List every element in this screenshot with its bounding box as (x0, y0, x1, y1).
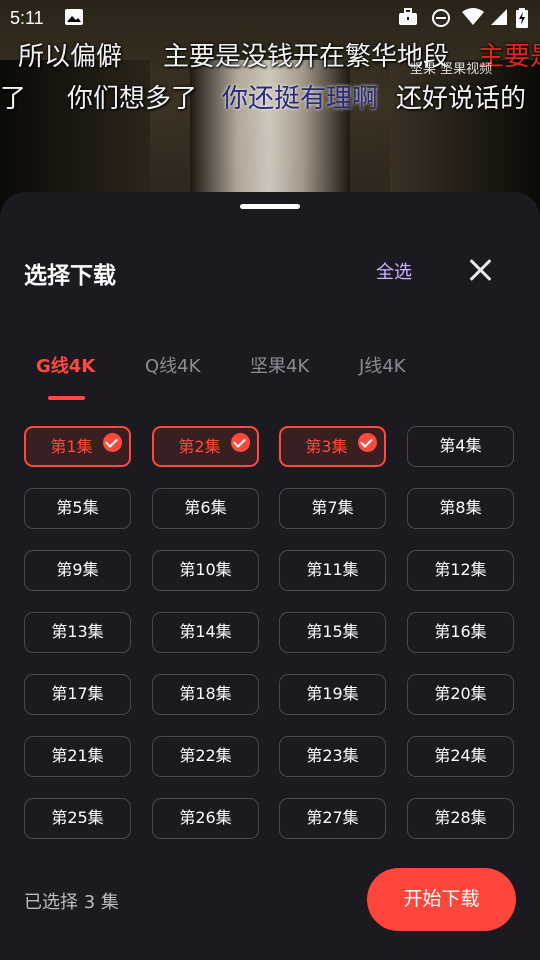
briefcase-icon (398, 8, 418, 31)
episode-label: 第3集 (305, 437, 348, 456)
episode-item[interactable]: 第5集 (24, 488, 131, 529)
battery-icon (516, 8, 528, 33)
episode-item[interactable]: 第14集 (152, 612, 259, 653)
episode-item[interactable]: 第13集 (24, 612, 131, 653)
episode-item[interactable]: 第28集 (407, 798, 514, 839)
episode-label: 第13集 (51, 622, 104, 641)
sheet-title: 选择下载 (24, 263, 116, 289)
signal-icon (490, 8, 508, 31)
episode-item[interactable]: 第7集 (279, 488, 386, 529)
episode-item[interactable]: 第15集 (279, 612, 386, 653)
episode-label: 第20集 (434, 684, 487, 703)
episode-label: 第6集 (184, 498, 227, 517)
episode-item[interactable]: 第9集 (24, 550, 131, 591)
episode-item[interactable]: 第25集 (24, 798, 131, 839)
episode-item[interactable]: 第12集 (407, 550, 514, 591)
episode-label: 第21集 (51, 746, 104, 765)
episode-item[interactable]: 第24集 (407, 736, 514, 777)
episode-item[interactable]: 第18集 (152, 674, 259, 715)
episode-label: 第14集 (179, 622, 232, 641)
episode-label: 第17集 (51, 684, 104, 703)
tab-q-line-4k[interactable]: Q线4K (145, 352, 200, 378)
episode-item[interactable]: 第6集 (152, 488, 259, 529)
status-time: 5:11 (10, 8, 44, 28)
episode-item[interactable]: 第20集 (407, 674, 514, 715)
episode-label: 第12集 (434, 560, 487, 579)
episode-label: 第19集 (306, 684, 359, 703)
episode-item[interactable]: 第8集 (407, 488, 514, 529)
episode-label: 第10集 (179, 560, 232, 579)
episode-item[interactable]: 第11集 (279, 550, 386, 591)
select-all-button[interactable]: 全选 (376, 258, 412, 284)
episode-label: 第18集 (179, 684, 232, 703)
check-icon (358, 433, 377, 452)
tab-indicator (48, 396, 85, 400)
episode-label: 第8集 (439, 498, 482, 517)
episode-label: 第7集 (311, 498, 354, 517)
episode-label: 第9集 (56, 560, 99, 579)
do-not-disturb-icon (431, 8, 451, 33)
source-tabs: G线4K Q线4K 坚果4K J线4K (0, 352, 540, 402)
danmaku-comment: 你还挺有理啊 (222, 84, 379, 114)
episode-item[interactable]: 第3集 (279, 426, 386, 467)
episode-item[interactable]: 第22集 (152, 736, 259, 777)
episode-label: 第27集 (306, 808, 359, 827)
selected-count: 已选择 3 集 (24, 892, 119, 913)
danmaku-comment: 还好说话的 (396, 84, 527, 114)
episode-label: 第24集 (434, 746, 487, 765)
tab-jianguo-4k[interactable]: 坚果4K (250, 352, 309, 378)
danmaku-comment: 了 (0, 84, 27, 114)
danmaku-comment: 主要是没钱开在繁华地段 (163, 42, 450, 72)
episode-label: 第4集 (439, 436, 482, 455)
episode-item[interactable]: 第16集 (407, 612, 514, 653)
sheet-drag-handle[interactable] (240, 204, 300, 209)
status-bar: 5:11 (0, 0, 540, 36)
episode-label: 第15集 (306, 622, 359, 641)
check-icon (231, 433, 250, 452)
episode-label: 第23集 (306, 746, 359, 765)
wifi-icon (462, 8, 484, 31)
episode-item[interactable]: 第23集 (279, 736, 386, 777)
tab-j-line-4k[interactable]: J线4K (359, 352, 406, 378)
episode-label: 第5集 (56, 498, 99, 517)
episode-item[interactable]: 第21集 (24, 736, 131, 777)
episode-label: 第16集 (434, 622, 487, 641)
episode-label: 第2集 (178, 437, 221, 456)
episode-item[interactable]: 第2集 (152, 426, 259, 467)
episode-label: 第1集 (50, 437, 93, 456)
start-download-button[interactable]: 开始下载 (367, 868, 516, 931)
episode-label: 第25集 (51, 808, 104, 827)
episode-item[interactable]: 第17集 (24, 674, 131, 715)
danmaku-comment: 所以偏僻 (18, 42, 123, 72)
episode-item[interactable]: 第10集 (152, 550, 259, 591)
episode-item[interactable]: 第19集 (279, 674, 386, 715)
episode-label: 第11集 (306, 560, 359, 579)
close-icon[interactable] (466, 256, 494, 284)
tab-g-line-4k[interactable]: G线4K (36, 352, 95, 378)
danmaku-comment: 你们想多了 (67, 84, 198, 114)
episode-label: 第26集 (179, 808, 232, 827)
episode-item[interactable]: 第27集 (279, 798, 386, 839)
episode-label: 第22集 (179, 746, 232, 765)
episode-item[interactable]: 第1集 (24, 426, 131, 467)
check-icon (103, 433, 122, 452)
episode-label: 第28集 (434, 808, 487, 827)
episode-item[interactable]: 第26集 (152, 798, 259, 839)
episode-item[interactable]: 第4集 (407, 426, 514, 467)
video-watermark: 坚果 坚果视频 (410, 62, 493, 77)
download-sheet: 选择下载 全选 G线4K Q线4K 坚果4K J线4K 第1集 第2集 第3集 第4集… (0, 192, 540, 960)
image-icon (64, 8, 84, 31)
